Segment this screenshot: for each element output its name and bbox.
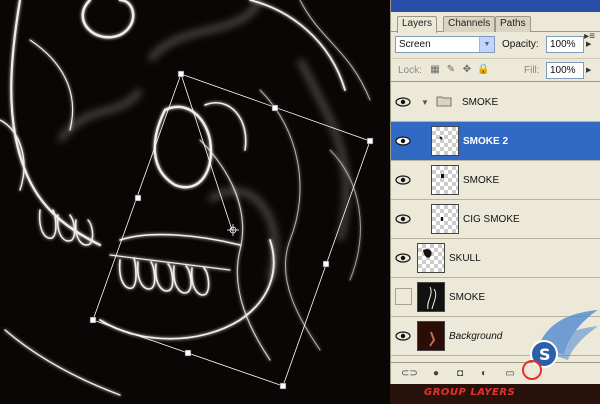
blend-mode-select[interactable]: Screen ▼ xyxy=(395,36,495,53)
layer-thumbnail xyxy=(431,126,459,156)
layer-row-cig-smoke[interactable]: CIG SMOKE xyxy=(391,200,600,239)
opacity-label: Opacity: xyxy=(502,39,539,50)
layer-name: SMOKE xyxy=(449,292,486,303)
fill-input[interactable]: 100% xyxy=(546,62,584,79)
lock-label: Lock: xyxy=(398,65,422,76)
layer-name: CIG SMOKE xyxy=(463,214,520,225)
chevron-down-icon[interactable]: ▼ xyxy=(479,37,494,52)
group-layers-caption: GROUP LAYERS xyxy=(424,387,516,398)
layer-thumbnail xyxy=(431,165,459,195)
eye-icon[interactable] xyxy=(395,251,411,265)
adjustment-icon[interactable]: ◐ xyxy=(477,367,491,381)
eye-icon[interactable] xyxy=(395,134,411,148)
panel-title-bar[interactable] xyxy=(391,0,600,12)
layer-name: Background xyxy=(449,331,503,342)
folder-icon xyxy=(436,96,452,107)
layer-thumbnail xyxy=(417,321,445,351)
layer-name: SKULL xyxy=(449,253,481,264)
blend-row: Screen ▼ Opacity: 100% ▶ xyxy=(391,34,600,56)
layer-name: SMOKE 2 xyxy=(463,136,509,147)
lock-transparency-icon[interactable]: ▦ xyxy=(429,64,441,76)
layer-name: SMOKE xyxy=(462,97,499,108)
chevron-down-icon[interactable]: ▼ xyxy=(421,98,429,107)
eye-icon[interactable] xyxy=(395,95,411,109)
layer-thumbnail xyxy=(431,204,459,234)
document-canvas[interactable] xyxy=(0,0,390,404)
layer-row-smoke[interactable]: SMOKE xyxy=(391,161,600,200)
fill-label: Fill: xyxy=(524,65,540,76)
layer-row-smoke-2[interactable]: SMOKE 2 xyxy=(391,122,600,161)
tab-paths[interactable]: Paths xyxy=(495,16,531,32)
blend-mode-value: Screen xyxy=(399,39,431,50)
svg-text:S: S xyxy=(539,345,551,364)
lock-row: Lock: ▦ ✎ ✥ 🔒 Fill: 100% ▶ xyxy=(391,58,600,82)
tab-channels[interactable]: Channels xyxy=(443,16,496,32)
layer-name: SMOKE xyxy=(463,175,500,186)
mask-icon[interactable]: ◘ xyxy=(453,367,467,381)
opacity-input[interactable]: 100% xyxy=(546,36,584,53)
skull-smoke-artwork xyxy=(0,0,390,404)
fx-icon[interactable]: ● xyxy=(429,367,443,381)
visibility-toggle-empty[interactable] xyxy=(395,288,412,305)
layer-thumbnail xyxy=(417,243,445,273)
eye-icon[interactable] xyxy=(395,212,411,226)
panel-tabs: Layers Channels Paths ▸≡ xyxy=(391,14,600,42)
layer-row-skull[interactable]: SKULL xyxy=(391,239,600,278)
tab-layers[interactable]: Layers xyxy=(397,16,438,33)
lock-position-icon[interactable]: ✥ xyxy=(461,64,473,76)
opacity-slider-arrow-icon[interactable]: ▶ xyxy=(586,40,591,48)
fill-slider-arrow-icon[interactable]: ▶ xyxy=(586,66,591,74)
eye-icon[interactable] xyxy=(395,173,411,187)
layer-thumbnail xyxy=(417,282,445,312)
eye-icon[interactable] xyxy=(395,329,411,343)
lock-pixels-icon[interactable]: ✎ xyxy=(445,64,457,76)
link-icon[interactable]: ⊂⊃ xyxy=(401,367,418,381)
layer-row-group-smoke[interactable]: ▼ SMOKE xyxy=(391,83,600,122)
lock-all-icon[interactable]: 🔒 xyxy=(477,64,489,76)
watermark-logo-icon: S xyxy=(522,310,598,380)
